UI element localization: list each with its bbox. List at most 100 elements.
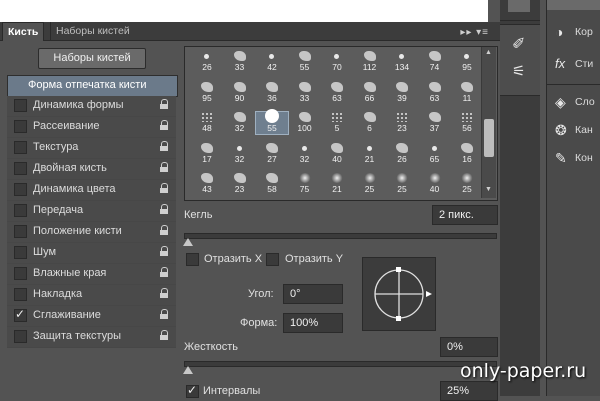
sidebar-item[interactable]: Двойная кисть — [7, 159, 176, 180]
brush-tip-cell[interactable]: 17 — [191, 142, 223, 165]
sidebar-item-checkbox[interactable] — [14, 204, 27, 217]
sidebar-item-brush-tip-shape[interactable]: Форма отпечатка кисти — [7, 75, 178, 97]
lock-icon[interactable] — [160, 288, 168, 298]
sidebar-item-checkbox[interactable] — [14, 267, 27, 280]
brush-panel-icon[interactable]: ✐ — [512, 34, 525, 54]
roundness-field[interactable]: 100% — [283, 313, 343, 333]
sidebar-item-checkbox[interactable] — [14, 120, 27, 133]
angle-roundness-widget[interactable] — [362, 257, 436, 331]
brush-tip-cell[interactable]: 40 — [419, 173, 451, 195]
tab-brush[interactable]: Кисть — [2, 22, 45, 41]
brush-tip-cell[interactable]: 65 — [419, 143, 451, 165]
sidebar-item[interactable]: Влажные края — [7, 264, 176, 285]
sidebar-item[interactable]: Положение кисти — [7, 222, 176, 243]
sidebar-item[interactable]: Передача — [7, 201, 176, 222]
dock-item-channels[interactable]: Кан — [575, 124, 593, 136]
sidebar-item[interactable]: Рассеивание — [7, 117, 176, 138]
brush-tip-cell[interactable]: 43 — [191, 173, 223, 195]
sidebar-item[interactable]: Текстура — [7, 138, 176, 159]
brush-tip-cell[interactable]: 6 — [354, 112, 386, 134]
brush-tip-cell[interactable]: 42 — [256, 51, 288, 73]
lock-icon[interactable] — [160, 183, 168, 193]
brush-tip-cell[interactable]: 40 — [321, 142, 353, 165]
brush-tip-cell[interactable]: 26 — [386, 142, 418, 165]
sidebar-item-checkbox[interactable] — [14, 288, 27, 301]
spacing-checkbox[interactable] — [186, 383, 199, 398]
brush-tip-cell[interactable]: 134 — [386, 51, 418, 73]
dock-item-layers[interactable]: Сло — [575, 96, 595, 108]
brush-tip-cell[interactable]: 32 — [224, 112, 256, 134]
brush-tip-cell[interactable]: 21 — [354, 143, 386, 165]
dock-item-color[interactable]: Кор — [575, 26, 593, 38]
lock-icon[interactable] — [160, 330, 168, 340]
lock-icon[interactable] — [160, 225, 168, 235]
brush-tip-cell[interactable]: 63 — [321, 81, 353, 104]
paths-icon[interactable]: ✎ — [555, 150, 567, 167]
brush-tip-cell[interactable]: 95 — [191, 81, 223, 104]
sidebar-item[interactable]: Сглаживание — [7, 306, 176, 327]
brush-tip-cell[interactable]: 56 — [451, 112, 483, 134]
sidebar-item-checkbox[interactable] — [14, 307, 27, 322]
size-slider-thumb[interactable] — [183, 238, 193, 246]
brush-tip-cell[interactable]: 70 — [321, 51, 353, 73]
brush-tip-cell[interactable]: 27 — [256, 142, 288, 165]
brush-tip-cell[interactable]: 74 — [419, 51, 451, 73]
dock-item-styles[interactable]: Сти — [575, 58, 593, 70]
sidebar-item-checkbox[interactable] — [14, 141, 27, 154]
brush-tip-cell[interactable]: 23 — [386, 112, 418, 134]
lock-icon[interactable] — [160, 246, 168, 256]
brush-tip-cell[interactable]: 58 — [256, 173, 288, 195]
brush-tip-cell[interactable]: 63 — [419, 81, 451, 104]
sidebar-item[interactable]: Накладка — [7, 285, 176, 306]
brush-tip-cell[interactable]: 26 — [191, 51, 223, 73]
sidebar-item-checkbox[interactable] — [14, 183, 27, 196]
lock-icon[interactable] — [160, 141, 168, 151]
brush-tip-cell[interactable]: 90 — [224, 81, 256, 104]
channels-icon[interactable]: ❂ — [555, 122, 567, 139]
brush-presets-icon[interactable]: ⚟ — [512, 62, 525, 80]
flip-y-checkbox[interactable] — [266, 253, 279, 266]
brush-tip-cell[interactable]: 5 — [321, 112, 353, 134]
brush-tip-cell[interactable]: 11 — [451, 81, 483, 104]
brush-tip-cell[interactable]: 95 — [451, 51, 483, 73]
brush-tip-cell[interactable]: 39 — [386, 81, 418, 104]
brush-tip-cell[interactable]: 21 — [321, 173, 353, 195]
tab-brush-presets[interactable]: Наборы кистей — [50, 22, 135, 40]
brush-tip-cell[interactable]: 33 — [289, 81, 321, 104]
brush-tip-cell[interactable]: 112 — [354, 51, 386, 73]
brush-tip-cell[interactable]: 25 — [386, 173, 418, 195]
size-slider-track[interactable] — [184, 233, 497, 239]
brush-grid-scrollbar[interactable]: ▲ ▼ — [481, 47, 496, 198]
hardness-slider-track[interactable] — [184, 361, 497, 367]
scroll-thumb[interactable] — [484, 119, 494, 157]
panel-menu-icon[interactable]: ▸▸ ▾≡ — [455, 24, 494, 42]
lock-icon[interactable] — [160, 99, 168, 109]
sidebar-item-checkbox[interactable] — [14, 162, 27, 175]
brush-tip-cell[interactable]: 36 — [256, 81, 288, 104]
brush-tip-cell[interactable]: 16 — [451, 142, 483, 165]
brush-tip-cell[interactable]: 66 — [354, 81, 386, 104]
brush-tip-cell[interactable]: 23 — [224, 173, 256, 195]
layers-icon[interactable]: ◈ — [555, 94, 566, 111]
brush-tip-cell[interactable]: 32 — [224, 143, 256, 165]
lock-icon[interactable] — [160, 267, 168, 277]
sidebar-item[interactable]: Защита текстуры — [7, 327, 176, 348]
brush-tip-cell[interactable]: 75 — [289, 173, 321, 195]
sidebar-item-checkbox[interactable] — [14, 330, 27, 343]
flip-x-checkbox[interactable] — [186, 253, 199, 266]
sidebar-item[interactable]: Шум — [7, 243, 176, 264]
hardness-slider-thumb[interactable] — [183, 366, 193, 374]
lock-icon[interactable] — [160, 204, 168, 214]
lock-icon[interactable] — [160, 162, 168, 172]
color-icon[interactable]: ◑ — [555, 24, 563, 40]
brush-presets-button[interactable]: Наборы кистей — [38, 48, 146, 69]
brush-tip-cell[interactable]: 100 — [289, 112, 321, 134]
brush-tip-cell[interactable]: 33 — [224, 51, 256, 73]
size-field[interactable]: 2 пикс. — [432, 205, 498, 225]
sidebar-item[interactable]: Динамика цвета — [7, 180, 176, 201]
hardness-field[interactable]: 0% — [440, 337, 498, 357]
scroll-down-icon[interactable]: ▼ — [485, 186, 492, 193]
dock-icon-top[interactable] — [508, 0, 530, 12]
brush-tip-cell[interactable]: 32 — [289, 143, 321, 165]
brush-tip-cell[interactable]: 48 — [191, 112, 223, 134]
